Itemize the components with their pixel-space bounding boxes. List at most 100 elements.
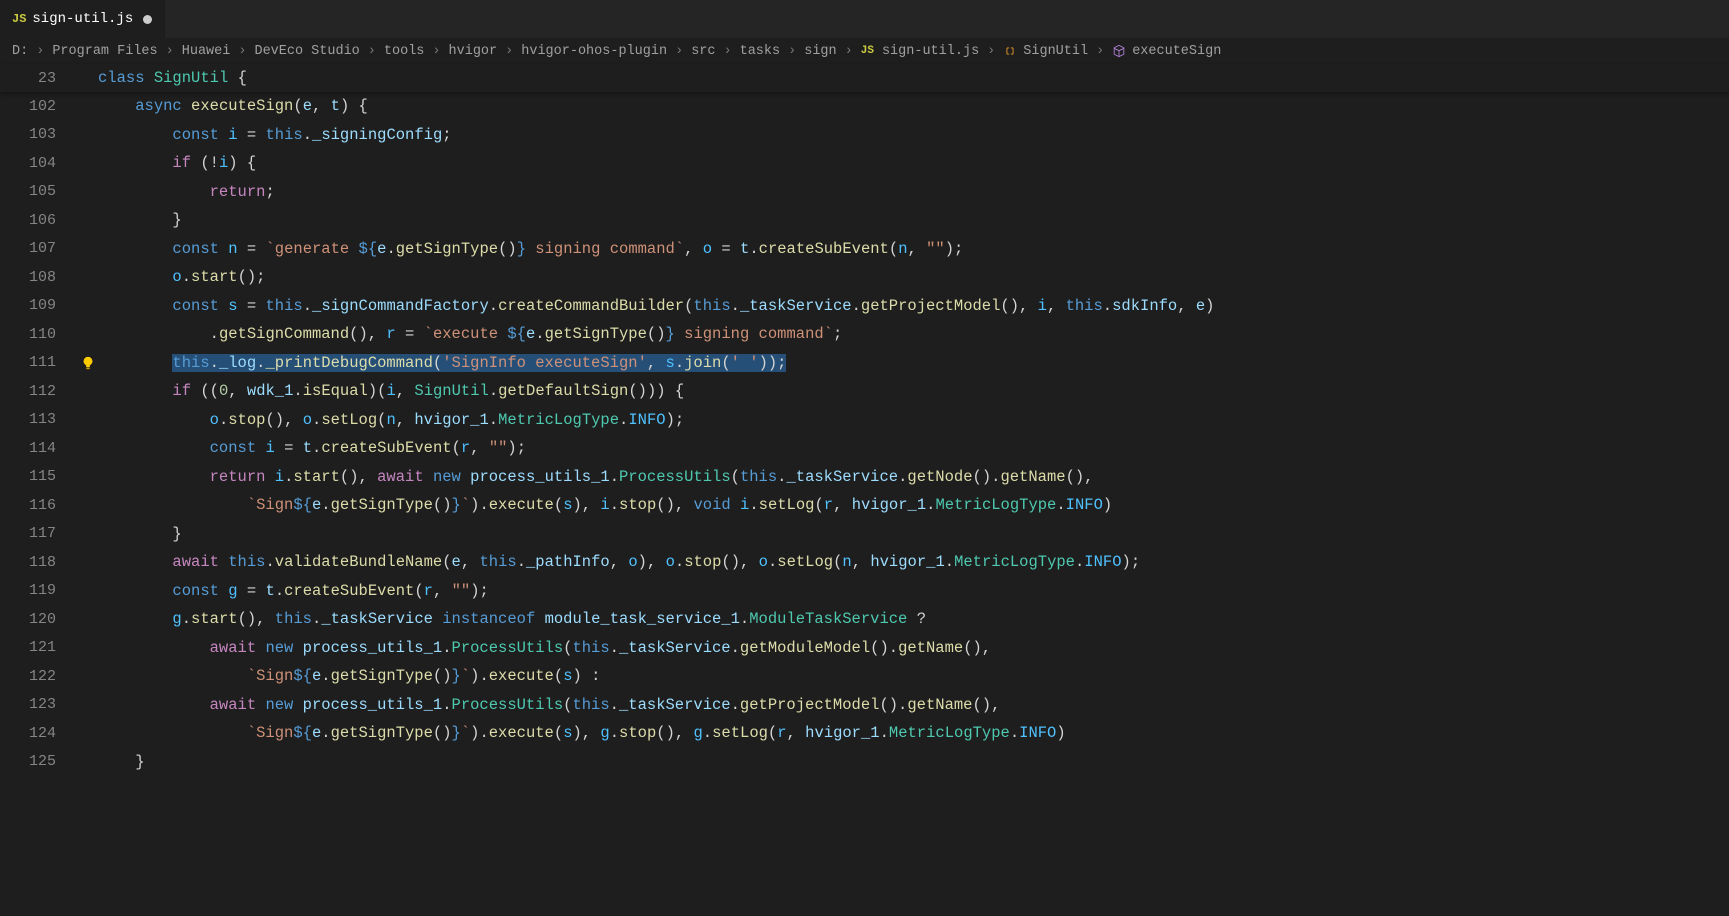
line-number: 119 bbox=[0, 582, 78, 599]
line-number: 124 bbox=[0, 725, 78, 742]
chevron-right-icon: › bbox=[724, 44, 732, 59]
code-text: await new process_utils_1.ProcessUtils(t… bbox=[98, 691, 1000, 720]
line-number: 104 bbox=[0, 155, 78, 172]
method-icon bbox=[1112, 44, 1126, 58]
code-line[interactable]: 114 const i = t.createSubEvent(r, ""); bbox=[0, 434, 1729, 463]
code-line[interactable]: 117 } bbox=[0, 520, 1729, 549]
code-line[interactable]: 120 g.start(), this._taskService instanc… bbox=[0, 605, 1729, 634]
line-number: 23 bbox=[0, 70, 78, 87]
line-number: 112 bbox=[0, 383, 78, 400]
chevron-right-icon: › bbox=[505, 44, 513, 59]
code-text: } bbox=[98, 520, 182, 549]
code-text: this._log._printDebugCommand('SignInfo e… bbox=[98, 349, 786, 378]
breadcrumb-segment[interactable]: sign bbox=[804, 44, 836, 59]
sticky-scroll-line[interactable]: 23 class SignUtil { bbox=[0, 64, 1729, 92]
line-number: 105 bbox=[0, 183, 78, 200]
code-text: const i = t.createSubEvent(r, ""); bbox=[98, 434, 526, 463]
line-number: 116 bbox=[0, 497, 78, 514]
code-text: o.stop(), o.setLog(n, hvigor_1.MetricLog… bbox=[98, 406, 684, 435]
code-text: const g = t.createSubEvent(r, ""); bbox=[98, 577, 489, 606]
dirty-indicator-icon bbox=[143, 15, 152, 24]
class-icon bbox=[1003, 44, 1017, 58]
breadcrumb-segment[interactable]: hvigor-ohos-plugin bbox=[521, 44, 667, 59]
code-text: g.start(), this._taskService instanceof … bbox=[98, 605, 926, 634]
code-text: `Sign${e.getSignType()}`).execute(s), i.… bbox=[98, 491, 1112, 520]
breadcrumb-segment[interactable]: tools bbox=[384, 44, 425, 59]
chevron-right-icon: › bbox=[166, 44, 174, 59]
code-line[interactable]: 123 await new process_utils_1.ProcessUti… bbox=[0, 691, 1729, 720]
code-line[interactable]: 105 return; bbox=[0, 178, 1729, 207]
chevron-right-icon: › bbox=[432, 44, 440, 59]
code-line[interactable]: 115 return i.start(), await new process_… bbox=[0, 463, 1729, 492]
code-text: async executeSign(e, t) { bbox=[98, 92, 368, 121]
line-number: 125 bbox=[0, 753, 78, 770]
code-line[interactable]: 104 if (!i) { bbox=[0, 149, 1729, 178]
chevron-right-icon: › bbox=[36, 44, 44, 59]
code-line[interactable]: 108 o.start(); bbox=[0, 263, 1729, 292]
code-line[interactable]: 106 } bbox=[0, 206, 1729, 235]
breadcrumb-file[interactable]: sign-util.js bbox=[882, 44, 979, 59]
code-line[interactable]: 121 await new process_utils_1.ProcessUti… bbox=[0, 634, 1729, 663]
breadcrumb-symbol[interactable]: executeSign bbox=[1132, 44, 1221, 59]
line-number: 113 bbox=[0, 411, 78, 428]
code-text: return; bbox=[98, 178, 275, 207]
line-number: 102 bbox=[0, 98, 78, 115]
editor-body[interactable]: 102 async executeSign(e, t) {103 const i… bbox=[0, 92, 1729, 776]
tab-sign-util[interactable]: JS sign-util.js bbox=[0, 0, 165, 38]
breadcrumb-segment[interactable]: DevEco Studio bbox=[254, 44, 359, 59]
tab-bar: JS sign-util.js bbox=[0, 0, 1729, 38]
code-text: const s = this._signCommandFactory.creat… bbox=[98, 292, 1214, 321]
lightbulb-icon[interactable] bbox=[78, 356, 98, 370]
code-line[interactable]: 119 const g = t.createSubEvent(r, ""); bbox=[0, 577, 1729, 606]
code-text: `Sign${e.getSignType()}`).execute(s) : bbox=[98, 662, 600, 691]
code-line[interactable]: 111 this._log._printDebugCommand('SignIn… bbox=[0, 349, 1729, 378]
code-line[interactable]: 103 const i = this._signingConfig; bbox=[0, 121, 1729, 150]
js-file-icon: JS bbox=[12, 12, 26, 26]
code-line[interactable]: 107 const n = `generate ${e.getSignType(… bbox=[0, 235, 1729, 264]
line-number: 111 bbox=[0, 354, 78, 371]
code-line[interactable]: 118 await this.validateBundleName(e, thi… bbox=[0, 548, 1729, 577]
code-text: await this.validateBundleName(e, this._p… bbox=[98, 548, 1140, 577]
chevron-right-icon: › bbox=[675, 44, 683, 59]
chevron-right-icon: › bbox=[238, 44, 246, 59]
code-text: if (!i) { bbox=[98, 149, 256, 178]
code-text: class SignUtil { bbox=[98, 64, 247, 93]
code-text: const i = this._signingConfig; bbox=[98, 121, 452, 150]
chevron-right-icon: › bbox=[845, 44, 853, 59]
line-number: 121 bbox=[0, 639, 78, 656]
breadcrumb-segment[interactable]: src bbox=[691, 44, 715, 59]
code-line[interactable]: 122 `Sign${e.getSignType()}`).execute(s)… bbox=[0, 662, 1729, 691]
code-text: o.start(); bbox=[98, 263, 265, 292]
code-line[interactable]: 112 if ((0, wdk_1.isEqual)(i, SignUtil.g… bbox=[0, 377, 1729, 406]
chevron-right-icon: › bbox=[987, 44, 995, 59]
line-number: 108 bbox=[0, 269, 78, 286]
code-line[interactable]: 124 `Sign${e.getSignType()}`).execute(s)… bbox=[0, 719, 1729, 748]
line-number: 110 bbox=[0, 326, 78, 343]
breadcrumb-segment[interactable]: Program Files bbox=[52, 44, 157, 59]
breadcrumb[interactable]: D: › Program Files › Huawei › DevEco Studio › to… bbox=[0, 38, 1729, 64]
line-number: 107 bbox=[0, 240, 78, 257]
breadcrumb-symbol[interactable]: SignUtil bbox=[1023, 44, 1088, 59]
code-line[interactable]: 113 o.stop(), o.setLog(n, hvigor_1.Metri… bbox=[0, 406, 1729, 435]
code-line[interactable]: 109 const s = this._signCommandFactory.c… bbox=[0, 292, 1729, 321]
line-number: 115 bbox=[0, 468, 78, 485]
chevron-right-icon: › bbox=[788, 44, 796, 59]
code-text: return i.start(), await new process_util… bbox=[98, 463, 1093, 492]
line-number: 118 bbox=[0, 554, 78, 571]
line-number: 122 bbox=[0, 668, 78, 685]
code-line[interactable]: 125 } bbox=[0, 748, 1729, 777]
code-text: .getSignCommand(), r = `execute ${e.getS… bbox=[98, 320, 842, 349]
breadcrumb-segment[interactable]: Huawei bbox=[182, 44, 231, 59]
code-line[interactable]: 116 `Sign${e.getSignType()}`).execute(s)… bbox=[0, 491, 1729, 520]
chevron-right-icon: › bbox=[368, 44, 376, 59]
code-line[interactable]: 110 .getSignCommand(), r = `execute ${e.… bbox=[0, 320, 1729, 349]
code-line[interactable]: 102 async executeSign(e, t) { bbox=[0, 92, 1729, 121]
breadcrumb-segment[interactable]: hvigor bbox=[449, 44, 498, 59]
breadcrumb-segment[interactable]: tasks bbox=[740, 44, 781, 59]
code-text: } bbox=[98, 748, 145, 777]
line-number: 103 bbox=[0, 126, 78, 143]
line-number: 114 bbox=[0, 440, 78, 457]
line-number: 120 bbox=[0, 611, 78, 628]
code-text: await new process_utils_1.ProcessUtils(t… bbox=[98, 634, 991, 663]
breadcrumb-segment[interactable]: D: bbox=[12, 44, 28, 59]
